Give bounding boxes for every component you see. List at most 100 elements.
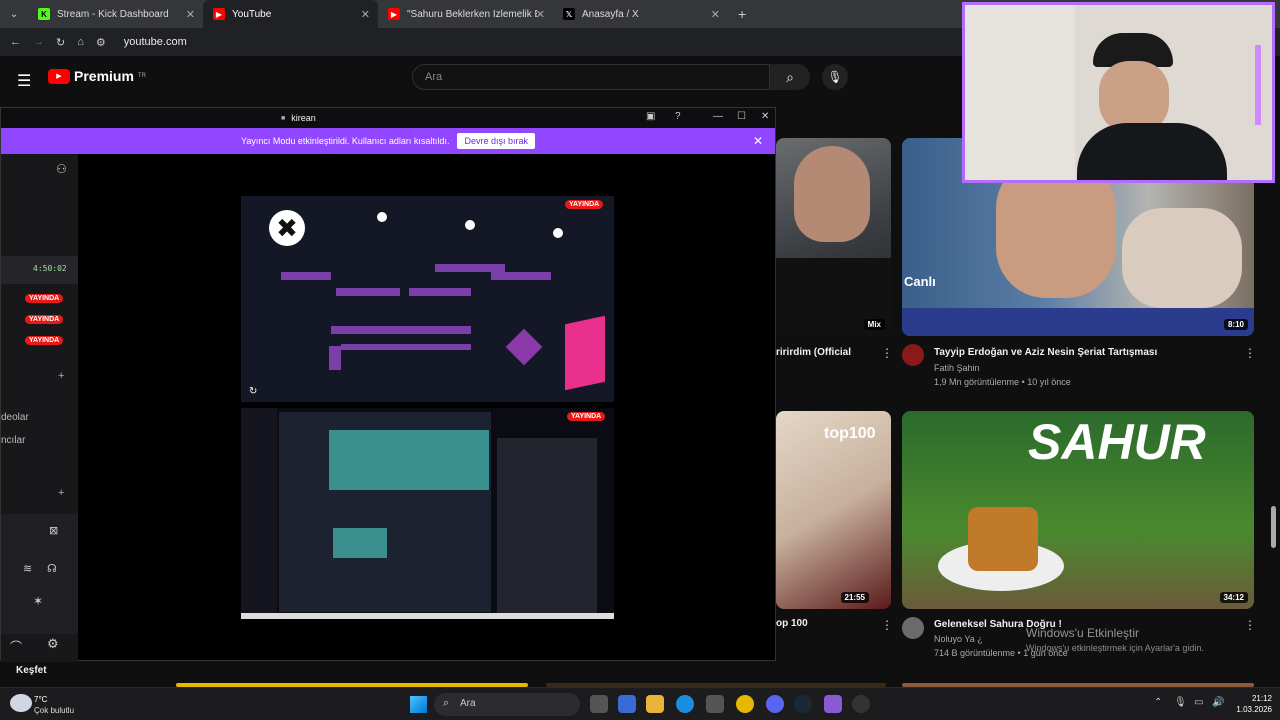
sparkle-icon[interactable]: ✶ <box>33 594 43 608</box>
clock-time[interactable]: 21:12 <box>1236 694 1272 703</box>
screen-icon[interactable]: ⊠ <box>49 524 58 537</box>
close-tab-icon[interactable]: ✕ <box>711 8 720 21</box>
settings-gear-icon[interactable]: ⚙ <box>47 636 59 652</box>
voice-search-button[interactable]: 🎙 <box>822 64 848 90</box>
taskbar-search-label: Ara <box>460 698 476 709</box>
back-icon[interactable]: ← <box>10 36 21 48</box>
tray-chevron-icon[interactable]: ⌃ <box>1154 697 1162 708</box>
tab-kick-dashboard[interactable]: K Stream - Kick Dashboard ✕ <box>28 0 203 28</box>
thumbnail-caption-bar <box>902 308 1254 336</box>
weather-icon[interactable] <box>10 694 32 712</box>
video-title[interactable]: op 100 <box>776 618 808 629</box>
game-reset-icon: ↻ <box>249 386 258 397</box>
more-actions-icon[interactable]: ⋮ <box>1244 618 1256 632</box>
tab-label: YouTube <box>232 8 272 20</box>
video-thumbnail[interactable]: Mix <box>776 138 891 336</box>
logo-text: Premium <box>74 68 134 84</box>
sidebar-item-explore[interactable]: Keşfet <box>16 665 47 676</box>
app-icon[interactable] <box>824 695 842 713</box>
live-badge: YAYINDA <box>25 294 64 303</box>
sidebar-section-label[interactable]: ncılar <box>1 435 25 446</box>
kick-titlebar: ■ kirean ▣ ? — ☐ ✕ <box>1 108 775 128</box>
channel-avatar[interactable] <box>902 344 924 366</box>
home-icon[interactable]: ⌂ <box>77 36 84 48</box>
mic-icon[interactable]: 🎙 <box>1174 697 1187 708</box>
audio-wave-icon[interactable]: ≋ <box>23 562 32 575</box>
video-title[interactable]: ririrdim (Official <box>776 347 851 358</box>
game-platform <box>341 344 471 350</box>
add-icon[interactable]: + <box>58 370 64 382</box>
disable-streamer-mode-button[interactable]: Devre dışı bırak <box>457 133 535 149</box>
channel-name[interactable]: Noluyo Ya ¿ <box>934 634 983 644</box>
close-icon[interactable]: ✕ <box>761 111 769 122</box>
more-actions-icon[interactable]: ⋮ <box>881 618 893 632</box>
headset-icon[interactable]: ☊ <box>47 562 57 575</box>
headphones-icon[interactable]: ⌒ <box>10 638 22 655</box>
game-gem <box>505 328 543 366</box>
search-input[interactable]: Ara <box>412 64 770 90</box>
stream-desktop-capture[interactable]: YAYINDA <box>241 408 614 619</box>
clock-date[interactable]: 1.03.2026 <box>1226 705 1272 714</box>
url-field[interactable]: youtube.com <box>124 36 187 48</box>
edge-icon[interactable] <box>676 695 694 713</box>
weather-desc[interactable]: Çok bulutlu <box>34 706 74 715</box>
tab-list-chevron-icon[interactable]: ⌄ <box>0 9 28 20</box>
close-tab-icon[interactable]: ✕ <box>536 8 545 21</box>
sidebar-controls-panel: ⊠ ≋ ☊ ✶ <box>1 514 78 634</box>
game-platform <box>435 264 505 272</box>
game-orb <box>377 212 387 222</box>
search-button[interactable]: ⌕ <box>770 64 810 90</box>
forward-icon[interactable]: → <box>33 36 44 48</box>
reload-icon[interactable]: ↻ <box>56 36 65 49</box>
close-tab-icon[interactable]: ✕ <box>186 8 195 21</box>
minimize-icon[interactable]: — <box>713 111 723 122</box>
sidebar-section-label[interactable]: deolar <box>1 412 29 423</box>
tab-x[interactable]: 𝕏 Anasayfa / X ✕ <box>553 0 728 28</box>
pip-icon[interactable]: ▣ <box>646 111 655 122</box>
video-thumbnail[interactable]: SAHUR 34:12 <box>902 411 1254 609</box>
capture-desktop-icons <box>241 408 277 619</box>
network-icon[interactable]: ▭ <box>1194 697 1203 708</box>
duration-badge: 34:12 <box>1219 592 1248 603</box>
x-icon: 𝕏 <box>563 8 575 20</box>
maximize-icon[interactable]: ☐ <box>737 111 746 122</box>
obs-icon[interactable] <box>852 695 870 713</box>
new-tab-button[interactable]: + <box>728 6 756 22</box>
help-icon[interactable]: ? <box>675 111 681 122</box>
video-thumbnail[interactable]: top100 21:55 <box>776 411 891 609</box>
video-title[interactable]: Tayyip Erdoğan ve Aziz Nesin Şeriat Tart… <box>934 347 1157 358</box>
volume-icon[interactable]: 🔊 <box>1212 697 1224 708</box>
taskbar-search[interactable]: ⌕ Ara <box>434 693 580 716</box>
menu-icon[interactable]: ☰ <box>17 71 31 91</box>
more-actions-icon[interactable]: ⋮ <box>1244 346 1256 360</box>
tab-youtube-video[interactable]: ▶ "Sahuru Beklerken İzlemelik Ed ✕ <box>378 0 553 28</box>
game-close-icon: ✖ <box>269 210 305 246</box>
more-actions-icon[interactable]: ⋮ <box>881 346 893 360</box>
weather-temp[interactable]: 7°C <box>34 695 47 704</box>
site-info-icon[interactable]: ⚙ <box>96 36 106 49</box>
stream-game-view[interactable]: ✖ YAYINDA ↻ <box>241 196 614 402</box>
start-button[interactable] <box>410 696 427 713</box>
youtube-icon: ▶ <box>388 8 400 20</box>
chrome-icon[interactable] <box>736 695 754 713</box>
channel-name[interactable]: Fatih Şahin <box>934 363 980 373</box>
search-icon: ⌕ <box>443 697 450 709</box>
close-tab-icon[interactable]: ✕ <box>361 8 370 21</box>
youtube-logo[interactable]: ▶ Premium TR <box>48 68 146 84</box>
mix-badge: Mix <box>863 319 885 330</box>
store-icon[interactable] <box>706 695 724 713</box>
steam-icon[interactable] <box>794 695 812 713</box>
close-banner-icon[interactable]: ✕ <box>753 134 763 148</box>
add-icon[interactable]: + <box>58 487 64 499</box>
discord-icon[interactable] <box>766 695 784 713</box>
task-view-icon[interactable] <box>590 695 608 713</box>
tab-label: Anasayfa / X <box>582 8 639 20</box>
channel-avatar[interactable] <box>902 617 924 639</box>
page-scrollbar[interactable] <box>1271 506 1276 548</box>
tab-youtube[interactable]: ▶ YouTube ✕ <box>203 0 378 28</box>
add-user-icon[interactable]: ⚇ <box>56 162 67 176</box>
capture-chat-window <box>497 438 597 614</box>
file-explorer-icon[interactable] <box>646 695 664 713</box>
widgets-icon[interactable] <box>618 695 636 713</box>
sidebar-channel-row[interactable]: 4:50:02 <box>1 256 78 284</box>
